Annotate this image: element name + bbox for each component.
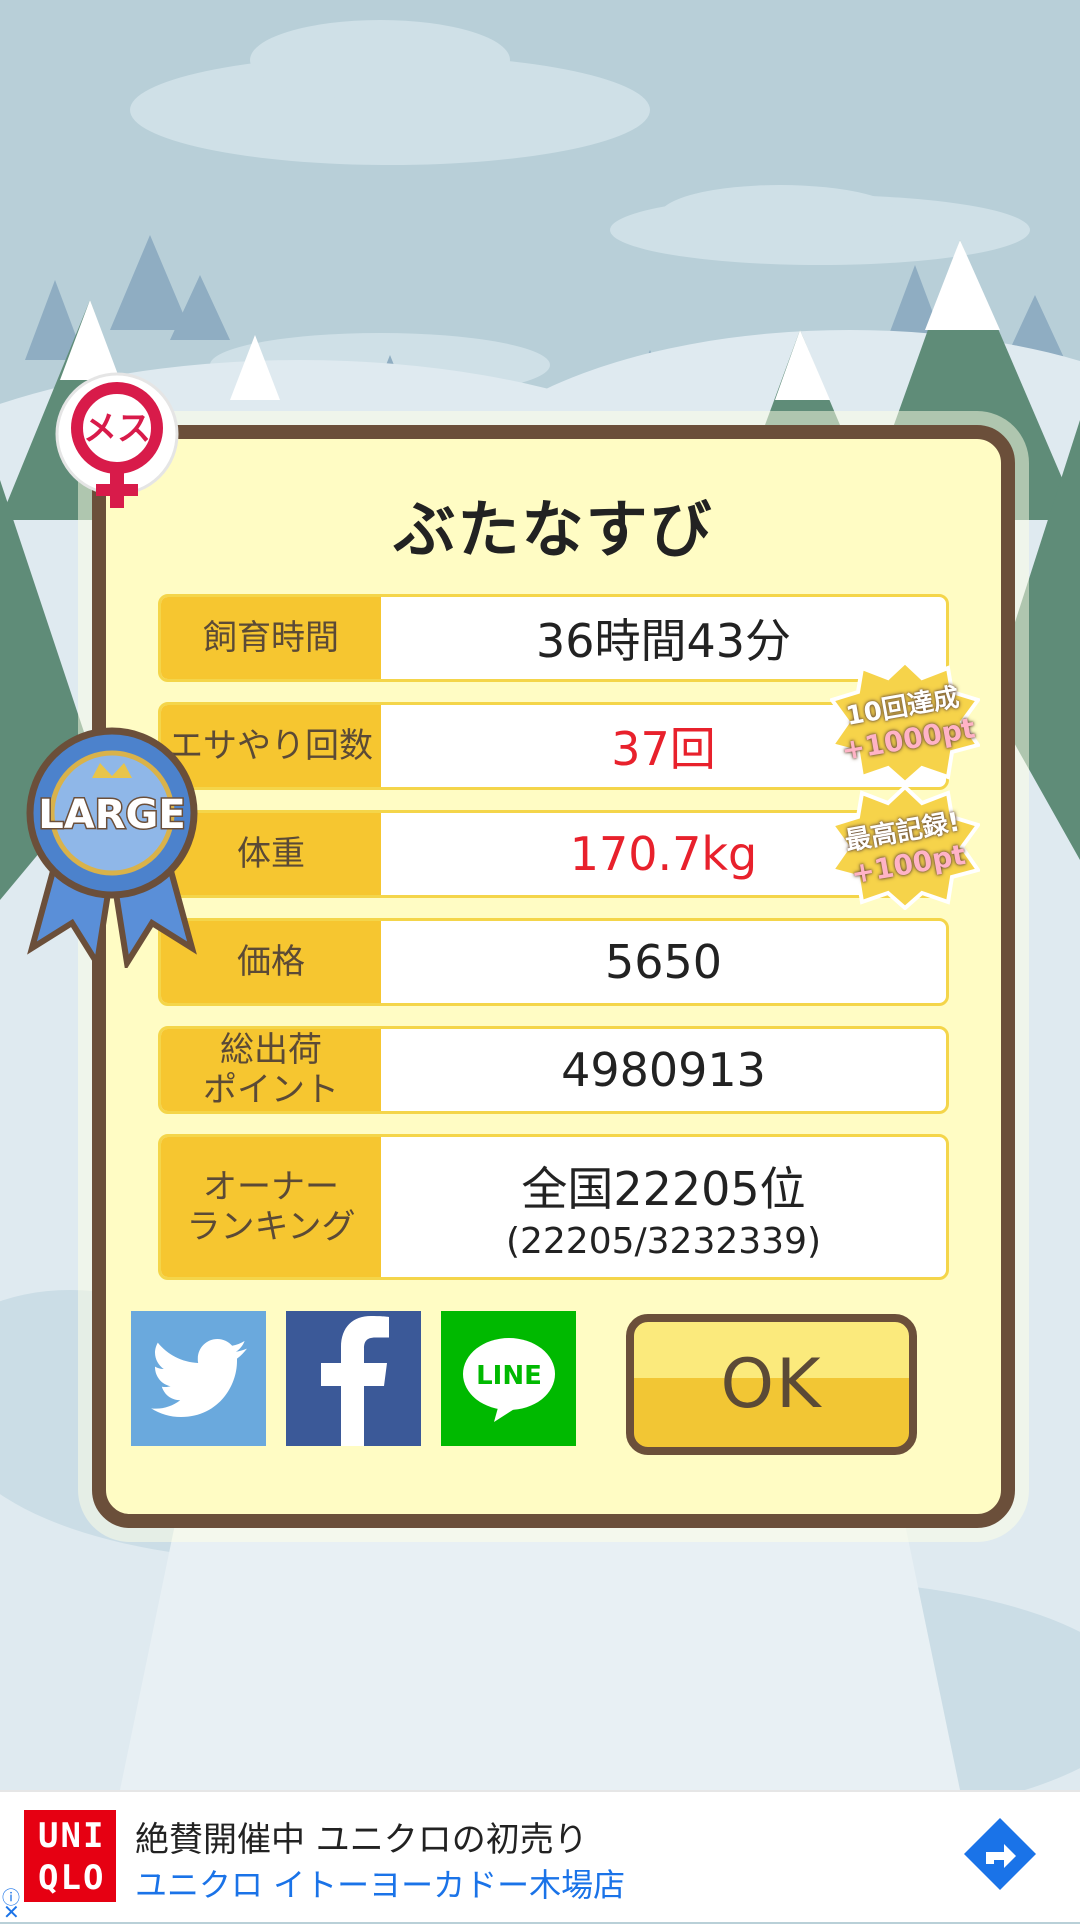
bonus-badge-feed: 10回達成 +1000pt	[830, 660, 980, 785]
stat-row-price: 価格 5650	[158, 918, 949, 1006]
stat-label-line: ランキング	[186, 1207, 356, 1247]
ad-store-name[interactable]: ユニクロ イトーヨーカドー木場店	[135, 1860, 625, 1906]
large-ribbon-icon: LARGE	[26, 727, 198, 968]
line-logo-icon: LINE	[462, 1337, 555, 1422]
stat-label-line: 総出荷	[220, 1030, 322, 1070]
stat-row-owner-ranking: オーナー ランキング 全国22205位 (22205/3232339)	[158, 1134, 949, 1280]
directions-arrow-icon[interactable]	[960, 1814, 1040, 1894]
logo-text-bottom: QLO	[38, 1858, 106, 1898]
result-panel: ぶたなすび 飼育時間 36時間43分 エサやり回数 37回 体重 170.7kg…	[92, 425, 1015, 1528]
pig-name-title: ぶたなすび	[393, 493, 714, 566]
stat-label-line: ポイント	[203, 1070, 339, 1110]
female-badge-icon: メス	[55, 372, 179, 508]
ribbon-size-text: LARGE	[38, 792, 185, 838]
stat-value: 5650	[604, 935, 723, 989]
ok-button[interactable]: OK	[626, 1314, 917, 1455]
twitter-bird-icon	[150, 1338, 247, 1417]
twitter-share-button[interactable]	[131, 1311, 266, 1446]
logo-text-top: UNI	[38, 1816, 106, 1856]
ad-banner[interactable]: UNI QLO 絶賛開催中 ユニクロの初売り ユニクロ イトーヨーカドー木場店 …	[0, 1790, 1080, 1924]
stat-value: 4980913	[561, 1043, 766, 1097]
line-share-button[interactable]: LINE	[441, 1311, 576, 1446]
stat-label: オーナー ランキング	[161, 1137, 381, 1277]
gender-badge-text: メス	[83, 409, 151, 449]
ranking-value: 全国22205位	[521, 1161, 806, 1216]
bonus-badge-weight: 最高記録! +100pt	[830, 785, 980, 910]
ranking-detail: (22205/3232339)	[505, 1220, 822, 1262]
stat-value: 全国22205位 (22205/3232339)	[381, 1137, 946, 1277]
stat-label: 飼育時間	[161, 597, 381, 679]
stat-row-total-points: 総出荷 ポイント 4980913	[158, 1026, 949, 1114]
stat-label-line: オーナー	[203, 1167, 339, 1207]
ad-headline: 絶賛開催中 ユニクロの初売り	[135, 1820, 588, 1860]
facebook-f-icon	[320, 1316, 389, 1446]
stat-label: 総出荷 ポイント	[161, 1029, 381, 1111]
line-logo-text: LINE	[476, 1361, 542, 1391]
uniqlo-logo: UNI QLO	[24, 1810, 116, 1902]
ad-close-icon[interactable]: ✕	[3, 1900, 20, 1924]
facebook-share-button[interactable]	[286, 1311, 421, 1446]
